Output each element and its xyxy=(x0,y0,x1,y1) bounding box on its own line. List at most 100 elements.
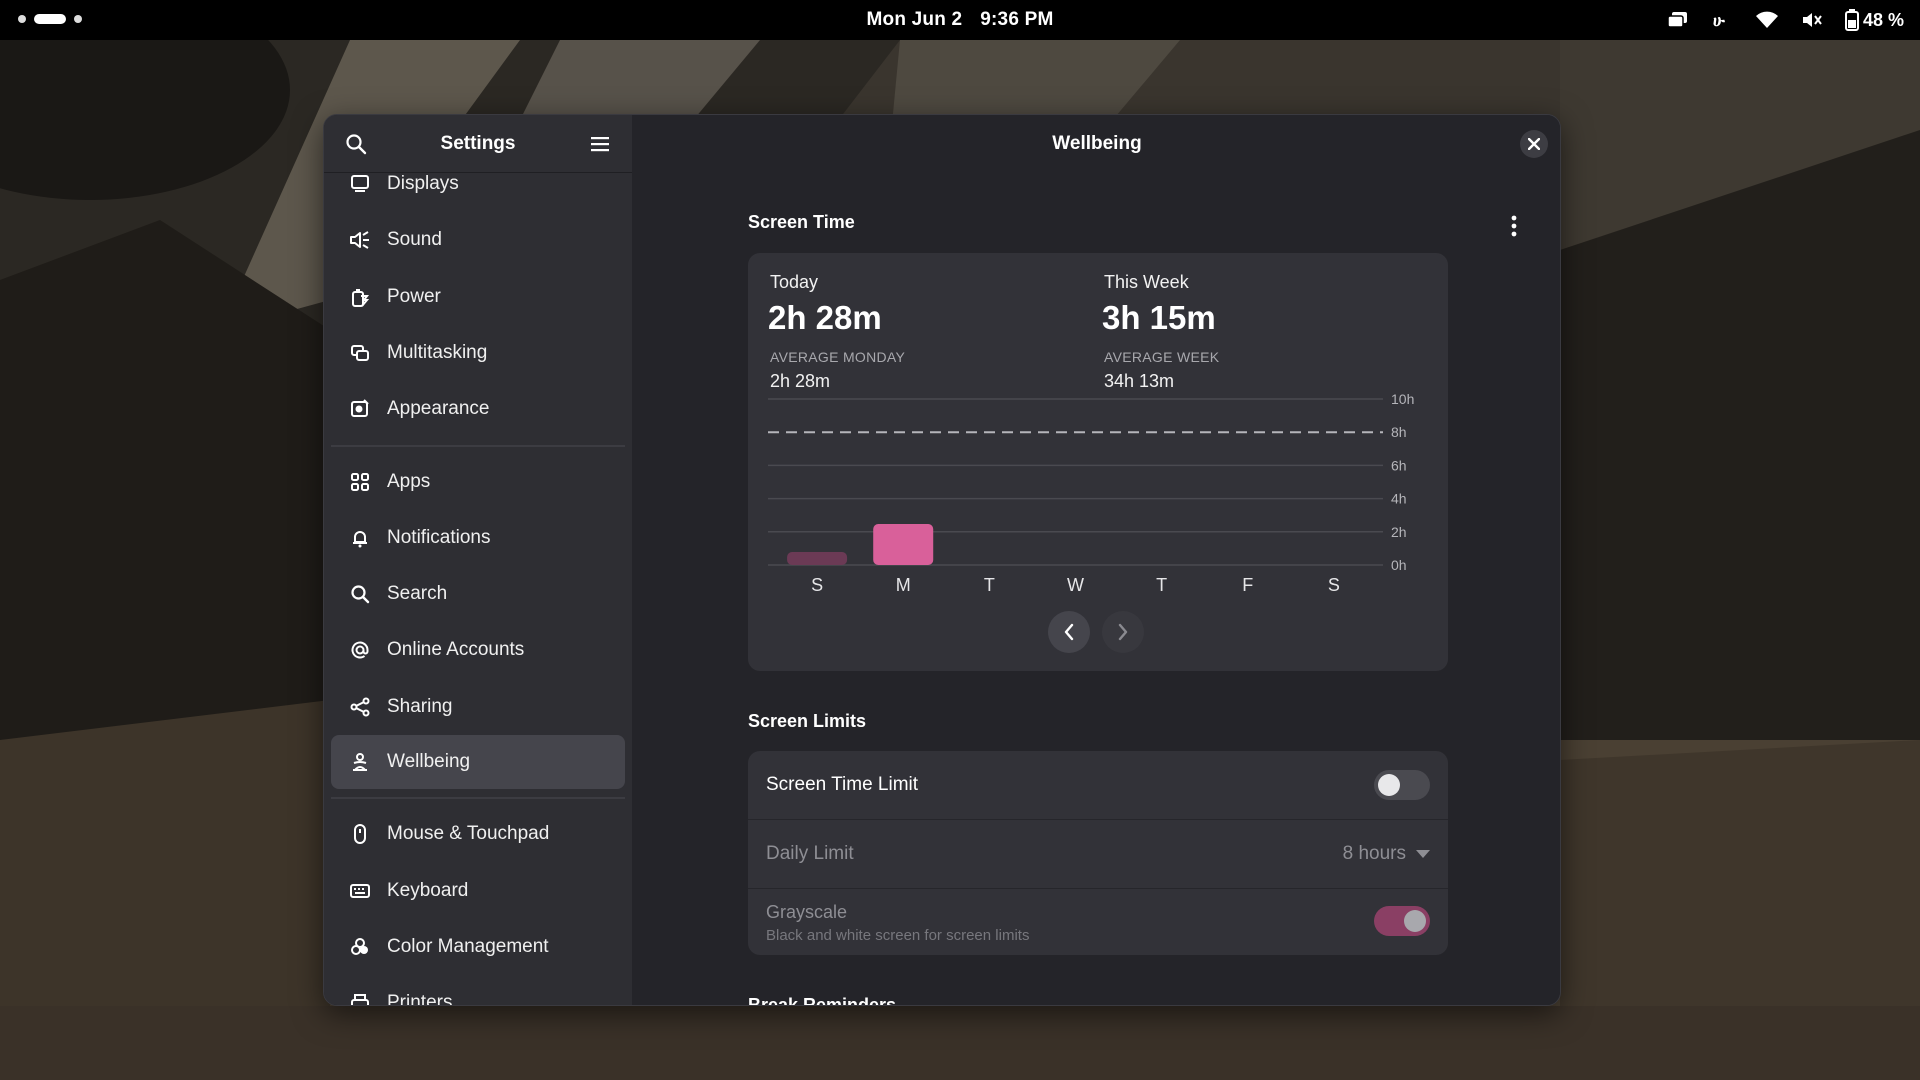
chart-y-tick-label: 6h xyxy=(1391,457,1407,473)
sidebar-item-wellbeing[interactable]: Wellbeing xyxy=(331,735,625,789)
sidebar-item-label: Power xyxy=(387,286,441,307)
clock-time: 9:36 PM xyxy=(980,9,1054,30)
sidebar-item-sharing[interactable]: Sharing xyxy=(331,680,625,734)
sidebar-item-sound[interactable]: Sound xyxy=(331,213,625,267)
search-icon xyxy=(349,583,371,605)
appearance-icon xyxy=(349,398,371,420)
chart-y-tick-label: 2h xyxy=(1391,524,1407,540)
screen-limits-heading: Screen Limits xyxy=(748,711,867,731)
search-button[interactable] xyxy=(342,130,370,158)
sidebar-item-label: Apps xyxy=(387,471,431,492)
screen-time-heading: Screen Time xyxy=(748,212,855,232)
clock[interactable]: Mon Jun 2 9:36 PM xyxy=(867,9,1054,31)
toggle-knob xyxy=(1404,910,1426,932)
power-icon xyxy=(349,286,371,308)
chart-x-tick-label: F xyxy=(1242,575,1253,595)
sidebar-item-online-accounts[interactable]: Online Accounts xyxy=(331,623,625,677)
sidebar-title: Settings xyxy=(440,132,516,154)
sidebar-nav[interactable]: Displays Sound Power Multitasking Appear… xyxy=(324,173,632,1006)
multitasking-icon xyxy=(349,342,371,364)
sidebar-item-label: Sound xyxy=(387,229,442,250)
sidebar-item-search[interactable]: Search xyxy=(331,567,625,621)
speaker-icon xyxy=(349,229,371,251)
sidebar-item-label: Printers xyxy=(387,992,453,1006)
content-header: Wellbeing xyxy=(632,115,1560,173)
grayscale-label: Grayscale xyxy=(766,902,848,922)
daily-limit-row[interactable]: Daily Limit 8 hours xyxy=(748,820,1448,888)
sidebar-separator xyxy=(331,445,625,447)
chart-y-tick-label: 4h xyxy=(1391,491,1407,507)
battery-percent: 48 % xyxy=(1862,9,1904,30)
sidebar-item-apps[interactable]: Apps xyxy=(331,455,625,509)
grayscale-row[interactable]: Grayscale Black and white screen for scr… xyxy=(748,889,1448,957)
daily-limit-label: Daily Limit xyxy=(766,843,854,864)
daily-limit-value: 8 hours xyxy=(1342,843,1406,864)
chart-x-tick-label: T xyxy=(1156,575,1167,595)
sidebar-item-printers[interactable]: Printers xyxy=(331,976,625,1006)
chart-bar xyxy=(787,552,848,565)
sidebar: Settings Displays Sound Power Multitaski… xyxy=(324,115,632,1006)
color-management-icon xyxy=(349,936,371,958)
screen-limits-card: Screen Time Limit Daily Limit 8 hours Gr… xyxy=(748,751,1448,955)
next-week-button[interactable] xyxy=(1102,611,1144,653)
sidebar-item-label: Notifications xyxy=(387,527,491,548)
daily-limit-dropdown[interactable]: 8 hours xyxy=(1343,820,1430,888)
screen-time-card: Today 2h 28m AVERAGE MONDAY 2h 28m This … xyxy=(748,253,1448,671)
close-button[interactable] xyxy=(1520,130,1548,158)
settings-window: Settings Displays Sound Power Multitaski… xyxy=(323,114,1561,1006)
activities-indicator[interactable] xyxy=(18,14,82,24)
previous-week-button[interactable] xyxy=(1048,611,1090,653)
dropdown-arrow-icon xyxy=(1416,850,1430,858)
sidebar-item-mouse-touchpad[interactable]: Mouse & Touchpad xyxy=(331,807,625,861)
display-icon xyxy=(349,173,371,195)
hamburger-menu-icon xyxy=(590,136,609,151)
mouse-icon xyxy=(349,823,371,845)
sidebar-item-keyboard[interactable]: Keyboard xyxy=(331,864,625,918)
chart-x-tick-label: T xyxy=(984,575,995,595)
svg-text:ሁ: ሁ xyxy=(1713,11,1725,30)
page-title: Wellbeing xyxy=(1052,133,1142,154)
sidebar-item-notifications[interactable]: Notifications xyxy=(331,511,625,565)
screen-time-menu-button[interactable] xyxy=(1502,211,1526,241)
screen-share-icon xyxy=(1667,12,1687,28)
vertical-dots-icon xyxy=(1511,215,1517,237)
sidebar-item-power[interactable]: Power xyxy=(331,270,625,324)
wellbeing-icon xyxy=(349,751,371,773)
system-tray[interactable]: ሁ 48 % xyxy=(1667,0,1904,40)
sidebar-item-displays[interactable]: Displays xyxy=(331,173,625,211)
close-icon xyxy=(1528,138,1540,150)
sidebar-item-label: Keyboard xyxy=(387,880,469,901)
sidebar-item-label: Search xyxy=(387,583,448,604)
usage-bar-chart: 0h 2h 4h 6h 8h 10h S M T W T F S xyxy=(768,391,1414,595)
screen-time-limit-toggle[interactable] xyxy=(1374,770,1430,800)
top-bar: Mon Jun 2 9:36 PM ሁ 48 % xyxy=(0,0,1920,40)
workspace-dot xyxy=(74,15,82,23)
wellbeing-panel: Wellbeing Screen Time Today 2h 28m AVERA… xyxy=(632,115,1560,1006)
sidebar-item-label: Sharing xyxy=(387,696,453,717)
battery-indicator: 48 % xyxy=(1844,9,1904,31)
chevron-right-icon xyxy=(1118,623,1128,641)
workspace-dot xyxy=(18,15,26,23)
wifi-icon xyxy=(1755,11,1778,28)
break-reminders-heading: Break Reminders xyxy=(748,995,897,1006)
keyboard-icon xyxy=(349,880,371,902)
chart-bar xyxy=(873,523,934,565)
screen-time-limit-row[interactable]: Screen Time Limit xyxy=(748,751,1448,819)
sidebar-item-appearance[interactable]: Appearance xyxy=(331,382,625,436)
sidebar-item-label: Displays xyxy=(387,173,459,194)
chart-x-tick-label: S xyxy=(1328,575,1340,595)
sidebar-item-multitasking[interactable]: Multitasking xyxy=(331,326,625,380)
grayscale-toggle[interactable] xyxy=(1374,906,1430,936)
sidebar-item-label: Mouse & Touchpad xyxy=(387,823,550,844)
search-icon xyxy=(346,133,367,154)
sidebar-separator xyxy=(331,797,625,799)
sidebar-item-label: Online Accounts xyxy=(387,639,525,660)
chart-y-tick-label: 0h xyxy=(1391,557,1407,573)
sidebar-item-label: Color Management xyxy=(387,936,549,957)
sidebar-item-color-management[interactable]: Color Management xyxy=(331,920,625,974)
main-menu-button[interactable] xyxy=(586,130,614,158)
apps-grid-icon xyxy=(349,471,371,493)
screen-time-limit-label: Screen Time Limit xyxy=(766,774,919,795)
battery-icon xyxy=(1844,9,1859,31)
sidebar-item-label: Appearance xyxy=(387,398,490,419)
